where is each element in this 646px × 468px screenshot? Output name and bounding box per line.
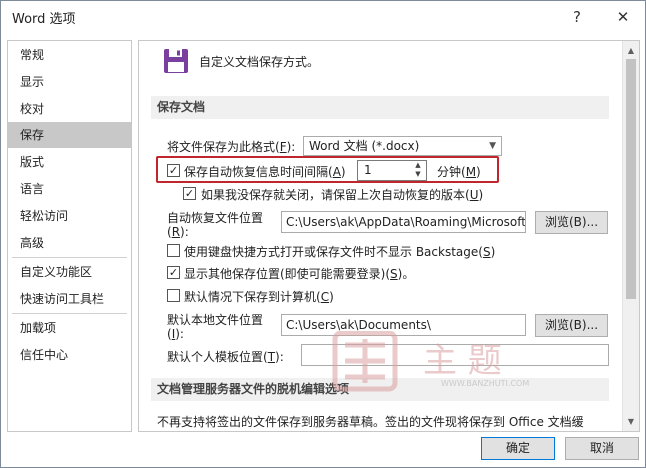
show-other-locations-label: 显示其他保存位置(即使可能需要登录)(S)。 xyxy=(184,267,415,281)
nav-divider xyxy=(12,257,127,258)
nav-item-addins[interactable]: 加载项 xyxy=(8,315,131,341)
watermark-url: WWW.BANZHUTI.COM xyxy=(441,379,530,388)
close-button[interactable]: ✕ xyxy=(610,5,636,29)
save-to-computer-checkbox[interactable] xyxy=(167,289,180,302)
save-format-value: Word 文档 (*.docx) xyxy=(309,139,420,153)
no-backstage-label: 使用键盘快捷方式打开或保存文件时不显示 Backstage(S) xyxy=(184,245,496,259)
nav-item-quick-access-toolbar[interactable]: 快速访问工具栏 xyxy=(8,286,131,312)
ok-button[interactable]: 确定 xyxy=(481,437,555,460)
local-location-label-key: (I): xyxy=(167,327,184,341)
save-icon xyxy=(164,49,188,73)
panel-scrollbar[interactable]: ▲ ▼ xyxy=(622,41,639,431)
nav-item-trust-center[interactable]: 信任中心 xyxy=(8,342,131,368)
autorecover-location-input[interactable]: C:\Users\ak\AppData\Roaming\Microsoft xyxy=(281,211,526,233)
nav-item-layout[interactable]: 版式 xyxy=(8,149,131,175)
autorecover-highlight-box xyxy=(156,156,499,183)
nav-item-general[interactable]: 常规 xyxy=(8,42,131,68)
offline-editing-text: 不再支持将签出的文件保存到服务器草稿。签出的文件现将保存到 Office 文档缓 xyxy=(157,415,584,429)
no-backstage-checkbox[interactable] xyxy=(167,244,180,257)
local-location-label: 默认本地文件位置 xyxy=(167,313,264,327)
keep-last-version-label: 如果我没保存就关闭，请保留上次自动恢复的版本(U) xyxy=(201,188,484,202)
watermark-text: 主 题 xyxy=(423,341,502,381)
show-other-locations-checkbox[interactable]: ✓ xyxy=(167,266,180,279)
nav-item-display[interactable]: 显示 xyxy=(8,69,131,95)
title-bar: Word 选项 ? ✕ xyxy=(1,1,645,33)
nav-item-save[interactable]: 保存 xyxy=(8,122,131,148)
scroll-up-icon[interactable]: ▲ xyxy=(623,42,639,58)
help-button[interactable]: ? xyxy=(564,5,590,29)
save-format-dropdown[interactable]: Word 文档 (*.docx) ▼ xyxy=(303,136,502,156)
scroll-down-icon[interactable]: ▼ xyxy=(623,413,639,429)
keep-last-version-checkbox[interactable]: ✓ xyxy=(183,187,196,200)
chevron-down-icon: ▼ xyxy=(489,141,496,151)
scroll-thumb[interactable] xyxy=(626,59,636,299)
nav-item-customize-ribbon[interactable]: 自定义功能区 xyxy=(8,259,131,285)
watermark-logo: 主 题 WWW.BANZHUTI.COM xyxy=(331,330,571,401)
dialog-title: Word 选项 xyxy=(12,12,76,27)
nav-item-advanced[interactable]: 高级 xyxy=(8,230,131,256)
autorecover-location-label: 自动恢复文件位置 xyxy=(167,211,264,225)
browse-autorecover-button[interactable]: 浏览(B)... xyxy=(535,211,608,234)
save-format-label: 将文件保存为此格式(F): xyxy=(167,140,296,154)
save-to-computer-label: 默认情况下保存到计算机(C) xyxy=(184,290,334,304)
panel-header: 自定义文档保存方式。 xyxy=(199,55,320,69)
autorecover-location-label-key: (R): xyxy=(167,225,189,239)
nav-divider xyxy=(12,313,127,314)
category-nav: 常规 显示 校对 保存 版式 语言 轻松访问 高级 自定义功能区 快速访问工具栏… xyxy=(7,40,132,432)
nav-item-accessibility[interactable]: 轻松访问 xyxy=(8,203,131,229)
template-location-label: 默认个人模板位置(T): xyxy=(167,350,284,364)
nav-item-language[interactable]: 语言 xyxy=(8,176,131,202)
cancel-button[interactable]: 取消 xyxy=(565,437,639,460)
section-save-documents: 保存文档 xyxy=(151,96,609,119)
word-options-dialog: Word 选项 ? ✕ 常规 显示 校对 保存 版式 语言 轻松访问 高级 自定… xyxy=(0,0,646,468)
nav-item-proofing[interactable]: 校对 xyxy=(8,96,131,122)
